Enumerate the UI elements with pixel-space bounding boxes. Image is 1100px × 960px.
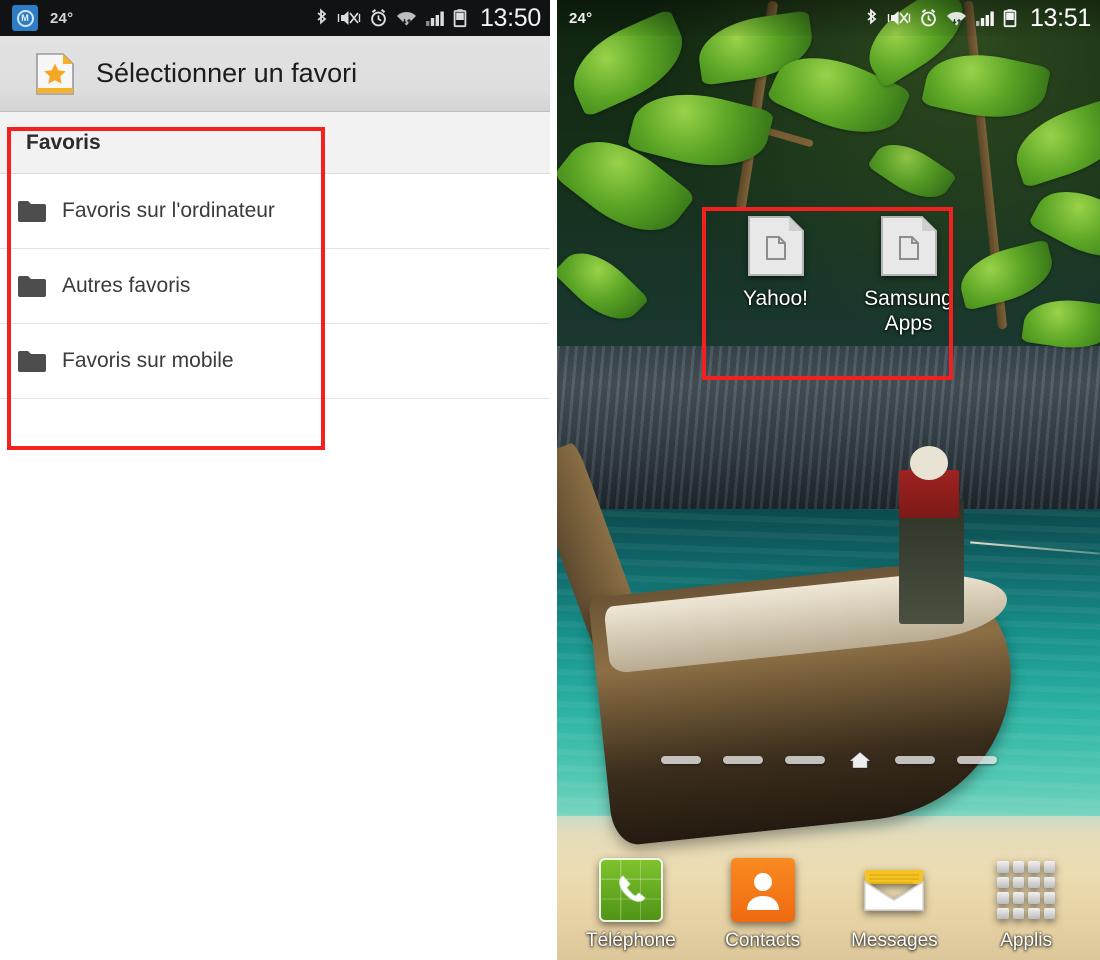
page-dot-home[interactable]	[847, 750, 873, 770]
highlight-box-shortcuts	[702, 207, 953, 380]
signal-icon	[975, 11, 994, 26]
list-item[interactable]: Autres favoris	[0, 249, 550, 324]
phone-icon	[598, 858, 663, 922]
vibrate-mute-icon	[887, 11, 911, 25]
bluetooth-icon	[867, 8, 877, 25]
battery-icon	[1003, 9, 1017, 28]
home-icon	[847, 751, 872, 769]
page-dot[interactable]	[660, 756, 701, 764]
messages-icon	[862, 858, 926, 922]
bookmark-star-icon	[36, 52, 74, 95]
bookmark-picker-panel: M 24° 13:50 Sélectionner un favori Favor…	[0, 0, 550, 960]
dock-item-label: Applis	[1000, 930, 1052, 951]
status-icon-tray: 13:50	[314, 3, 550, 32]
status-icon-tray: 13:51	[864, 3, 1100, 32]
list-section-header-label: Favoris	[26, 130, 101, 154]
battery-icon	[453, 9, 467, 28]
page-indicator	[557, 750, 1100, 770]
alarm-icon	[921, 9, 936, 27]
page-dot[interactable]	[894, 756, 935, 764]
wifi-icon	[946, 12, 966, 26]
list-item-label: Favoris sur mobile	[62, 349, 234, 372]
clock-label: 13:51	[1029, 3, 1091, 32]
list-item-label: Favoris sur l'ordinateur	[62, 199, 275, 222]
dock: Téléphone Contacts Messages Applis	[557, 858, 1100, 952]
list-item[interactable]: Favoris sur l'ordinateur	[0, 174, 550, 249]
page-title: Sélectionner un favori	[96, 58, 358, 88]
page-dot[interactable]	[956, 756, 997, 764]
folder-icon	[18, 201, 46, 222]
folder-icon	[18, 276, 46, 297]
dock-item-messages[interactable]: Messages	[833, 858, 955, 952]
wallpaper-beach-image	[557, 0, 1100, 960]
weather-widget-icon: M	[12, 5, 38, 31]
signal-icon	[425, 11, 444, 26]
temperature-label: 24°	[569, 9, 593, 27]
status-bar-left: M 24° 13:50	[0, 0, 550, 36]
wifi-icon	[396, 12, 416, 26]
list-empty-row	[0, 399, 550, 447]
contacts-icon	[730, 858, 795, 922]
apps-grid-icon	[994, 858, 1058, 922]
screenshot-root: M 24° 13:50 Sélectionner un favori Favor…	[0, 0, 1100, 960]
weather-glyph: M	[16, 9, 34, 27]
dock-item-label: Contacts	[725, 930, 801, 951]
folder-icon	[18, 351, 46, 372]
clock-label: 13:50	[479, 3, 541, 32]
page-dot[interactable]	[784, 756, 825, 764]
list-item[interactable]: Favoris sur mobile	[0, 324, 550, 399]
dock-item-phone[interactable]: Téléphone	[570, 858, 692, 952]
list-item-label: Autres favoris	[62, 274, 191, 297]
bluetooth-icon	[317, 8, 327, 25]
page-dot[interactable]	[722, 756, 763, 764]
favorites-list: Favoris Favoris sur l'ordinateur Autres …	[0, 112, 550, 447]
list-section-header: Favoris	[0, 112, 550, 174]
title-bar: Sélectionner un favori	[0, 36, 550, 112]
dock-item-label: Téléphone	[585, 930, 676, 951]
status-bar-right: 24° 13:51	[557, 0, 1100, 36]
dock-item-contacts[interactable]: Contacts	[702, 858, 824, 952]
dock-item-label: Messages	[851, 930, 938, 951]
vibrate-mute-icon	[337, 11, 361, 25]
alarm-icon	[371, 9, 386, 27]
dock-item-apps[interactable]: Applis	[965, 858, 1087, 952]
temperature-label: 24°	[50, 9, 74, 27]
homescreen-panel: 24° 13:51 Yahoo! Samsung Apps Téléphone …	[557, 0, 1100, 960]
